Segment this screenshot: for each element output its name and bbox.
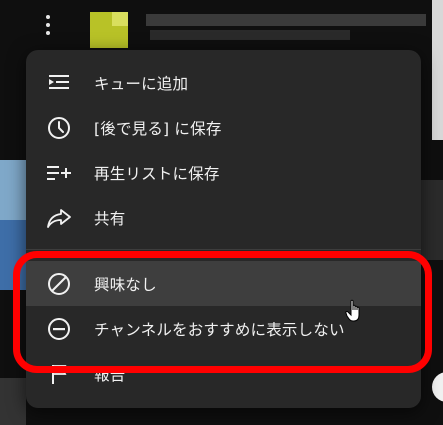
add-to-queue-icon [46,70,72,96]
more-actions-icon[interactable] [42,12,54,38]
background-thumbnail-avatar [112,12,128,26]
menu-item-label: 報告 [94,365,126,384]
playlist-add-icon [46,160,72,186]
menu-item-report[interactable]: 報告 [26,351,421,396]
menu-item-save-to-playlist[interactable]: 再生リストに保存 [26,150,421,195]
share-icon [46,205,72,231]
clock-icon [46,115,72,141]
dont-recommend-icon [46,316,72,342]
hand-cursor-icon [345,299,365,327]
background-title-text [146,14,426,26]
menu-divider [26,249,421,250]
menu-item-label: 興味なし [94,275,157,294]
background-avatar [432,372,443,402]
menu-item-label: 再生リストに保存 [94,164,220,183]
menu-item-label: チャンネルをおすすめに表示しない [94,320,345,339]
not-interested-icon [46,271,72,297]
flag-icon [46,361,72,387]
menu-item-add-to-queue[interactable]: キューに追加 [26,60,421,105]
menu-item-share[interactable]: 共有 [26,195,421,240]
menu-item-watch-later[interactable]: [後で見る] に保存 [26,105,421,150]
menu-item-label: 共有 [94,209,126,228]
menu-item-label: キューに追加 [94,74,189,93]
background-title-text [150,30,350,40]
menu-item-label: [後で見る] に保存 [94,119,222,138]
background-thumbnail [421,180,443,260]
context-menu: キューに追加 [後で見る] に保存 再生リストに保存 共有 興味なし チャンネル… [26,50,421,408]
background-thumbnail [0,378,26,425]
background-thumbnail [0,220,26,290]
background-thumbnail [432,0,443,140]
